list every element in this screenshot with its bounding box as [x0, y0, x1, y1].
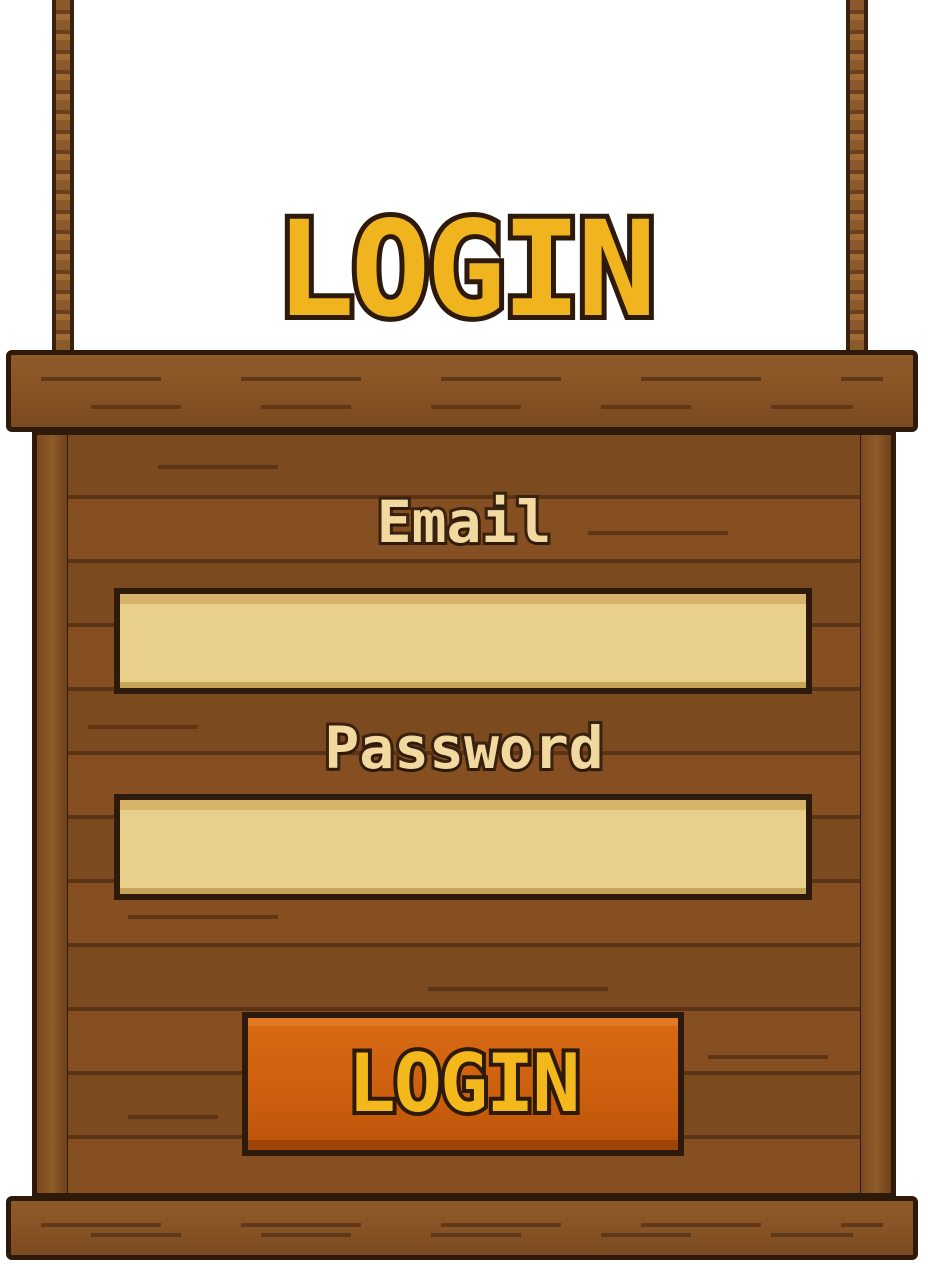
left-post: [32, 430, 72, 1198]
wood-grain: [128, 915, 278, 919]
email-field[interactable]: [114, 588, 812, 694]
password-field[interactable]: [114, 794, 812, 900]
wood-grain: [708, 1055, 828, 1059]
wood-grain: [428, 987, 608, 991]
login-button-label: LOGIN: [344, 1035, 585, 1133]
wood-grain: [158, 465, 278, 469]
page-title: LOGIN: [270, 193, 661, 347]
right-post: [856, 430, 896, 1198]
top-beam: [6, 350, 918, 432]
bottom-beam: [6, 1196, 918, 1260]
email-label: Email: [374, 487, 555, 557]
login-button[interactable]: LOGIN: [242, 1012, 684, 1156]
wood-grain: [128, 1115, 218, 1119]
password-label: Password: [321, 713, 606, 783]
